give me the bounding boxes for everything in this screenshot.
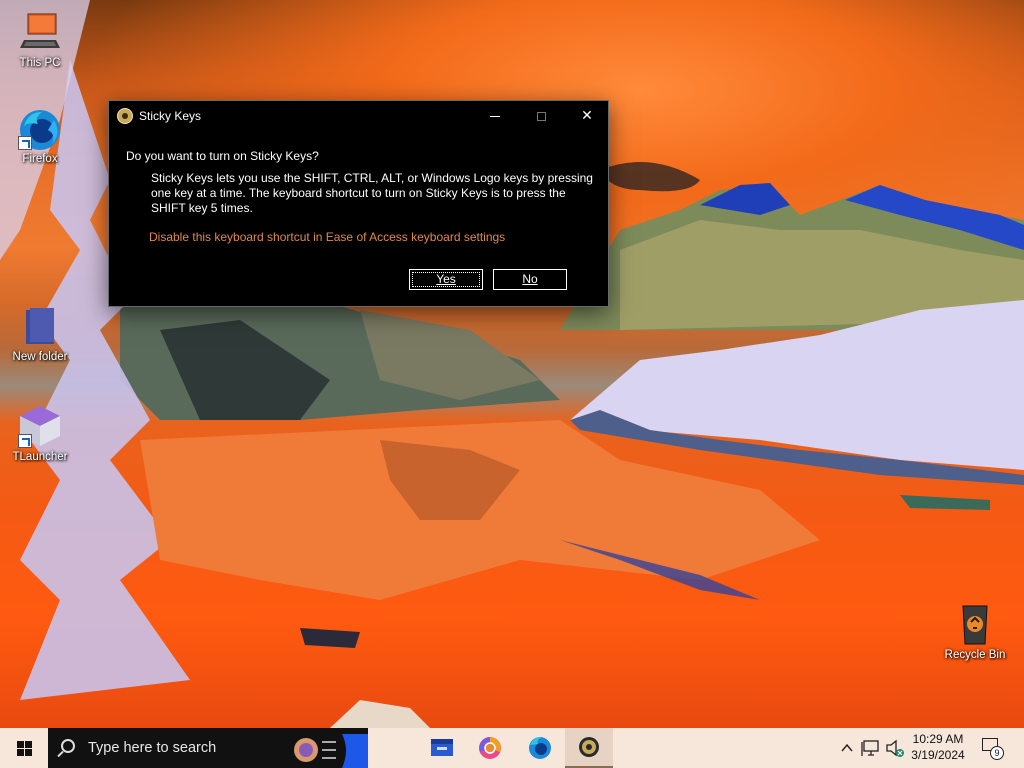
dialog-question: Do you want to turn on Sticky Keys? [126, 149, 319, 163]
desktop-icon-label: This PC [19, 57, 61, 69]
clock-date: 3/19/2024 [911, 748, 965, 762]
notification-count-badge: 9 [990, 746, 1004, 760]
desktop-icon-label: New folder [12, 351, 68, 363]
sticky-keys-dialog: Sticky Keys ✕ Do you want to turn on Sti… [108, 100, 609, 307]
network-icon [861, 740, 879, 756]
search-placeholder: Type here to search [88, 740, 217, 756]
taskbar-firefox[interactable] [516, 728, 564, 768]
shortcut-arrow-icon [18, 136, 32, 150]
network-button[interactable] [860, 728, 882, 768]
desktop-icon-label: TLauncher [12, 451, 68, 463]
firefox-icon [16, 106, 64, 150]
tlauncher-icon [16, 404, 64, 448]
desktop-icon-tlauncher[interactable]: TLauncher [0, 404, 80, 464]
chevron-up-icon [841, 743, 853, 752]
dialog-description: Sticky Keys lets you use the SHIFT, CTRL… [151, 171, 593, 215]
dialog-title: Sticky Keys [139, 109, 202, 123]
minimize-button[interactable] [472, 101, 518, 131]
windows-logo-tile [17, 749, 24, 756]
search-icon [61, 739, 75, 753]
disable-shortcut-link[interactable]: Disable this keyboard shortcut in Ease o… [149, 230, 505, 244]
desktop-icon-this-pc[interactable]: This PC [0, 10, 80, 70]
computer-icon [16, 10, 64, 54]
firefox-icon [529, 736, 551, 759]
file-explorer-icon [431, 739, 453, 756]
start-button[interactable] [0, 728, 48, 768]
sticky-keys-icon [579, 737, 599, 757]
taskbar-sticky-keys[interactable] [565, 728, 613, 768]
clock-time: 10:29 AM [912, 732, 964, 746]
desktop-icon-firefox[interactable]: Firefox [0, 106, 80, 166]
desktop-icon-label: Firefox [22, 153, 58, 165]
taskbar-clock[interactable]: 10:29 AM 3/19/2024 [902, 731, 974, 763]
show-hidden-icons-button[interactable] [838, 728, 856, 768]
windows-logo-tile [25, 741, 32, 748]
windows-logo-icon [17, 741, 24, 748]
sticky-keys-icon [117, 108, 133, 124]
dialog-titlebar[interactable]: Sticky Keys ✕ [109, 101, 608, 131]
shortcut-arrow-icon [18, 434, 32, 448]
taskbar-file-explorer[interactable] [418, 728, 466, 768]
desktop-icon-new-folder[interactable]: New folder [0, 304, 80, 364]
maximize-button [518, 101, 564, 131]
minimize-icon [490, 115, 500, 117]
recycle-bin-icon [951, 602, 999, 646]
desktop-icon-label: Recycle Bin [944, 649, 1006, 661]
taskbar-search-box[interactable]: Type here to search [48, 728, 368, 768]
no-button[interactable]: No [493, 269, 567, 290]
search-highlight-icon[interactable] [292, 732, 368, 768]
windows-logo-tile [25, 749, 32, 756]
taskbar: Type here to search 10:29 AM 3/19/2024 9 [0, 728, 1024, 768]
maximize-icon [536, 111, 546, 121]
close-icon: ✕ [581, 107, 593, 123]
no-button-label: No [522, 272, 538, 286]
yes-button-label: Yes [436, 272, 456, 286]
yes-button[interactable]: Yes [409, 269, 483, 290]
taskbar-chrome[interactable] [466, 728, 514, 768]
action-center-button[interactable]: 9 [982, 738, 1004, 760]
chrome-icon [479, 737, 501, 759]
close-button[interactable]: ✕ [564, 101, 610, 131]
folder-icon [16, 304, 64, 348]
desktop-icon-recycle-bin[interactable]: Recycle Bin [935, 602, 1015, 662]
